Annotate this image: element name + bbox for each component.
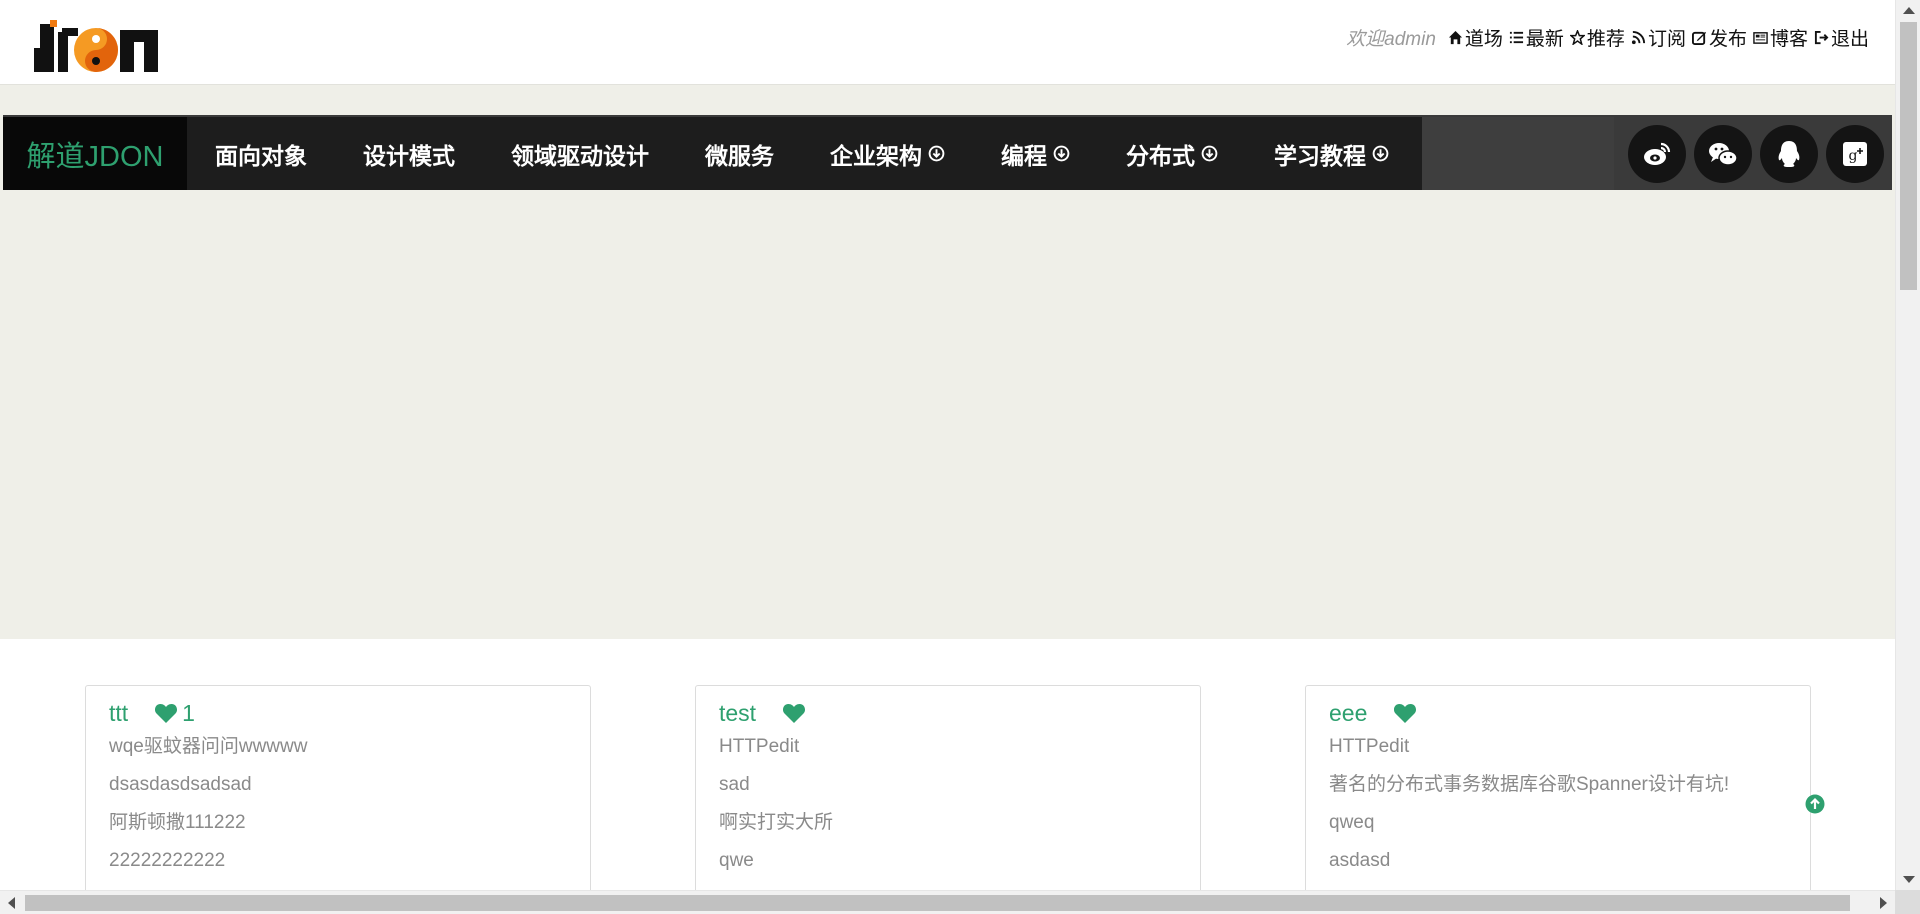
nav-link-recommend[interactable]: 推荐 xyxy=(1569,24,1625,51)
topic-card[interactable]: ttt 1 wqe驱蚊器问问wwwww dsasdasdsadsad 阿斯顿撒1… xyxy=(85,685,591,905)
nav-link-label: 最新 xyxy=(1525,29,1564,50)
nav-item-label: 设计模式 xyxy=(363,142,455,169)
vertical-scroll-thumb[interactable] xyxy=(1900,22,1917,290)
wechat-button[interactable] xyxy=(1694,124,1752,183)
edit-icon xyxy=(1691,31,1707,45)
card-line: HTTPedit xyxy=(719,736,800,757)
heart-icon[interactable] xyxy=(782,702,806,724)
nav-item-label: 学习教程 xyxy=(1274,142,1366,169)
weibo-icon xyxy=(1644,142,1671,165)
chevron-down-circle-icon xyxy=(1201,145,1218,162)
card-line: qweq xyxy=(1329,812,1375,833)
welcome-text: 欢迎admin xyxy=(1346,29,1436,50)
card-header: eee xyxy=(1329,698,1787,728)
nav-link-publish[interactable]: 发布 xyxy=(1691,24,1747,51)
card-title[interactable]: ttt xyxy=(109,700,128,727)
card-header: test xyxy=(719,698,1177,728)
card-line: sad xyxy=(719,774,750,795)
logout-icon xyxy=(1814,30,1829,45)
main-nav-items: 面向对象 设计模式 领域驱动设计 微服务 企业架构 编程 分布式 学习教程 xyxy=(187,117,1422,190)
card-line: asdasd xyxy=(1329,850,1391,871)
rss-icon xyxy=(1631,30,1645,45)
card-line: dsasdasdsadsad xyxy=(109,774,252,795)
nav-link-label: 订阅 xyxy=(1647,29,1686,50)
nav-design-patterns[interactable]: 设计模式 xyxy=(335,117,483,190)
qq-button[interactable] xyxy=(1760,124,1818,183)
nav-link-subscribe[interactable]: 订阅 xyxy=(1631,24,1686,51)
nav-microservices[interactable]: 微服务 xyxy=(677,117,802,190)
card-header: ttt 1 xyxy=(109,698,567,728)
nav-tutorials[interactable]: 学习教程 xyxy=(1246,117,1417,190)
user-nav: 欢迎admin 道场 最新 推荐 订阅 发布 博客 退出 xyxy=(1346,24,1869,51)
nav-link-logout[interactable]: 退出 xyxy=(1814,24,1869,51)
vertical-scrollbar[interactable] xyxy=(1895,0,1920,890)
star-icon xyxy=(1569,30,1585,45)
horizontal-scrollbar[interactable] xyxy=(0,890,1895,914)
topic-card[interactable]: eee HTTPedit 著名的分布式事务数据库谷歌Spanner设计有坑! q… xyxy=(1305,685,1811,905)
jdon-logo[interactable] xyxy=(32,18,164,76)
nav-item-label: 编程 xyxy=(1001,142,1047,169)
nav-link-label: 退出 xyxy=(1830,29,1869,50)
card-line: wqe驱蚊器问问wwwww xyxy=(109,736,308,757)
card-line: 啊实打实大所 xyxy=(719,812,834,833)
nav-distributed[interactable]: 分布式 xyxy=(1098,117,1246,190)
nav-link-blog[interactable]: 博客 xyxy=(1753,24,1808,51)
card-line: 22222222222 xyxy=(109,850,226,871)
home-icon xyxy=(1448,30,1462,45)
nav-enterprise-architecture[interactable]: 企业架构 xyxy=(802,117,973,190)
nav-oop[interactable]: 面向对象 xyxy=(187,117,335,190)
nav-link-label: 发布 xyxy=(1708,29,1747,50)
nav-link-dojo[interactable]: 道场 xyxy=(1448,24,1503,51)
scrollbar-corner xyxy=(1895,890,1920,914)
card-line: 阿斯顿撒111222 xyxy=(109,812,246,833)
scroll-right-arrow-icon[interactable] xyxy=(1880,897,1887,909)
scroll-up-arrow-icon[interactable] xyxy=(1903,7,1915,14)
card-line: 著名的分布式事务数据库谷歌Spanner设计有坑! xyxy=(1329,774,1730,795)
nav-link-latest[interactable]: 最新 xyxy=(1509,24,1564,51)
nav-spacer xyxy=(1422,117,1614,190)
card-title[interactable]: eee xyxy=(1329,700,1367,727)
nav-link-label: 博客 xyxy=(1769,29,1808,50)
wechat-icon xyxy=(1709,142,1738,166)
chevron-down-circle-icon xyxy=(1053,145,1070,162)
back-to-top-icon[interactable] xyxy=(1805,794,1825,814)
social-links: g xyxy=(1614,117,1892,190)
topic-card[interactable]: test HTTPedit sad 啊实打实大所 qwe xyxy=(695,685,1201,905)
weibo-button[interactable] xyxy=(1628,124,1686,183)
nav-link-label: 道场 xyxy=(1464,29,1503,50)
heart-icon[interactable] xyxy=(154,702,178,724)
scroll-left-arrow-icon[interactable] xyxy=(8,897,15,909)
horizontal-scroll-thumb[interactable] xyxy=(25,895,1850,911)
nav-programming[interactable]: 编程 xyxy=(973,117,1098,190)
nav-item-label: 面向对象 xyxy=(215,142,307,169)
google-plus-button[interactable]: g xyxy=(1826,124,1884,183)
heart-icon[interactable] xyxy=(1393,702,1417,724)
nav-item-label: 分布式 xyxy=(1126,142,1195,169)
qq-icon xyxy=(1778,140,1800,167)
card-line: qwe xyxy=(719,850,754,871)
nav-link-label: 推荐 xyxy=(1586,29,1625,50)
content-area: ttt 1 wqe驱蚊器问问wwwww dsasdasdsadsad 阿斯顿撒1… xyxy=(0,639,1895,905)
nav-item-label: 领域驱动设计 xyxy=(511,142,649,169)
nav-ddd[interactable]: 领域驱动设计 xyxy=(483,117,677,190)
google-plus-icon: g xyxy=(1843,141,1867,166)
chevron-down-circle-icon xyxy=(1372,145,1389,162)
main-nav: 解道JDON 面向对象 设计模式 领域驱动设计 微服务 企业架构 编程 分布式 … xyxy=(3,115,1892,190)
like-count: 1 xyxy=(182,699,195,726)
newspaper-icon xyxy=(1753,32,1768,44)
svg-text:g: g xyxy=(1849,148,1858,164)
nav-item-label: 微服务 xyxy=(705,142,774,169)
card-title[interactable]: test xyxy=(719,700,756,727)
card-line: HTTPedit xyxy=(1329,736,1410,757)
top-header: 欢迎admin 道场 最新 推荐 订阅 发布 博客 退出 xyxy=(0,0,1895,85)
scroll-down-arrow-icon[interactable] xyxy=(1903,876,1915,883)
list-icon xyxy=(1509,31,1523,44)
brand-link[interactable]: 解道JDON xyxy=(3,117,187,190)
nav-item-label: 企业架构 xyxy=(830,142,922,169)
chevron-down-circle-icon xyxy=(928,145,945,162)
